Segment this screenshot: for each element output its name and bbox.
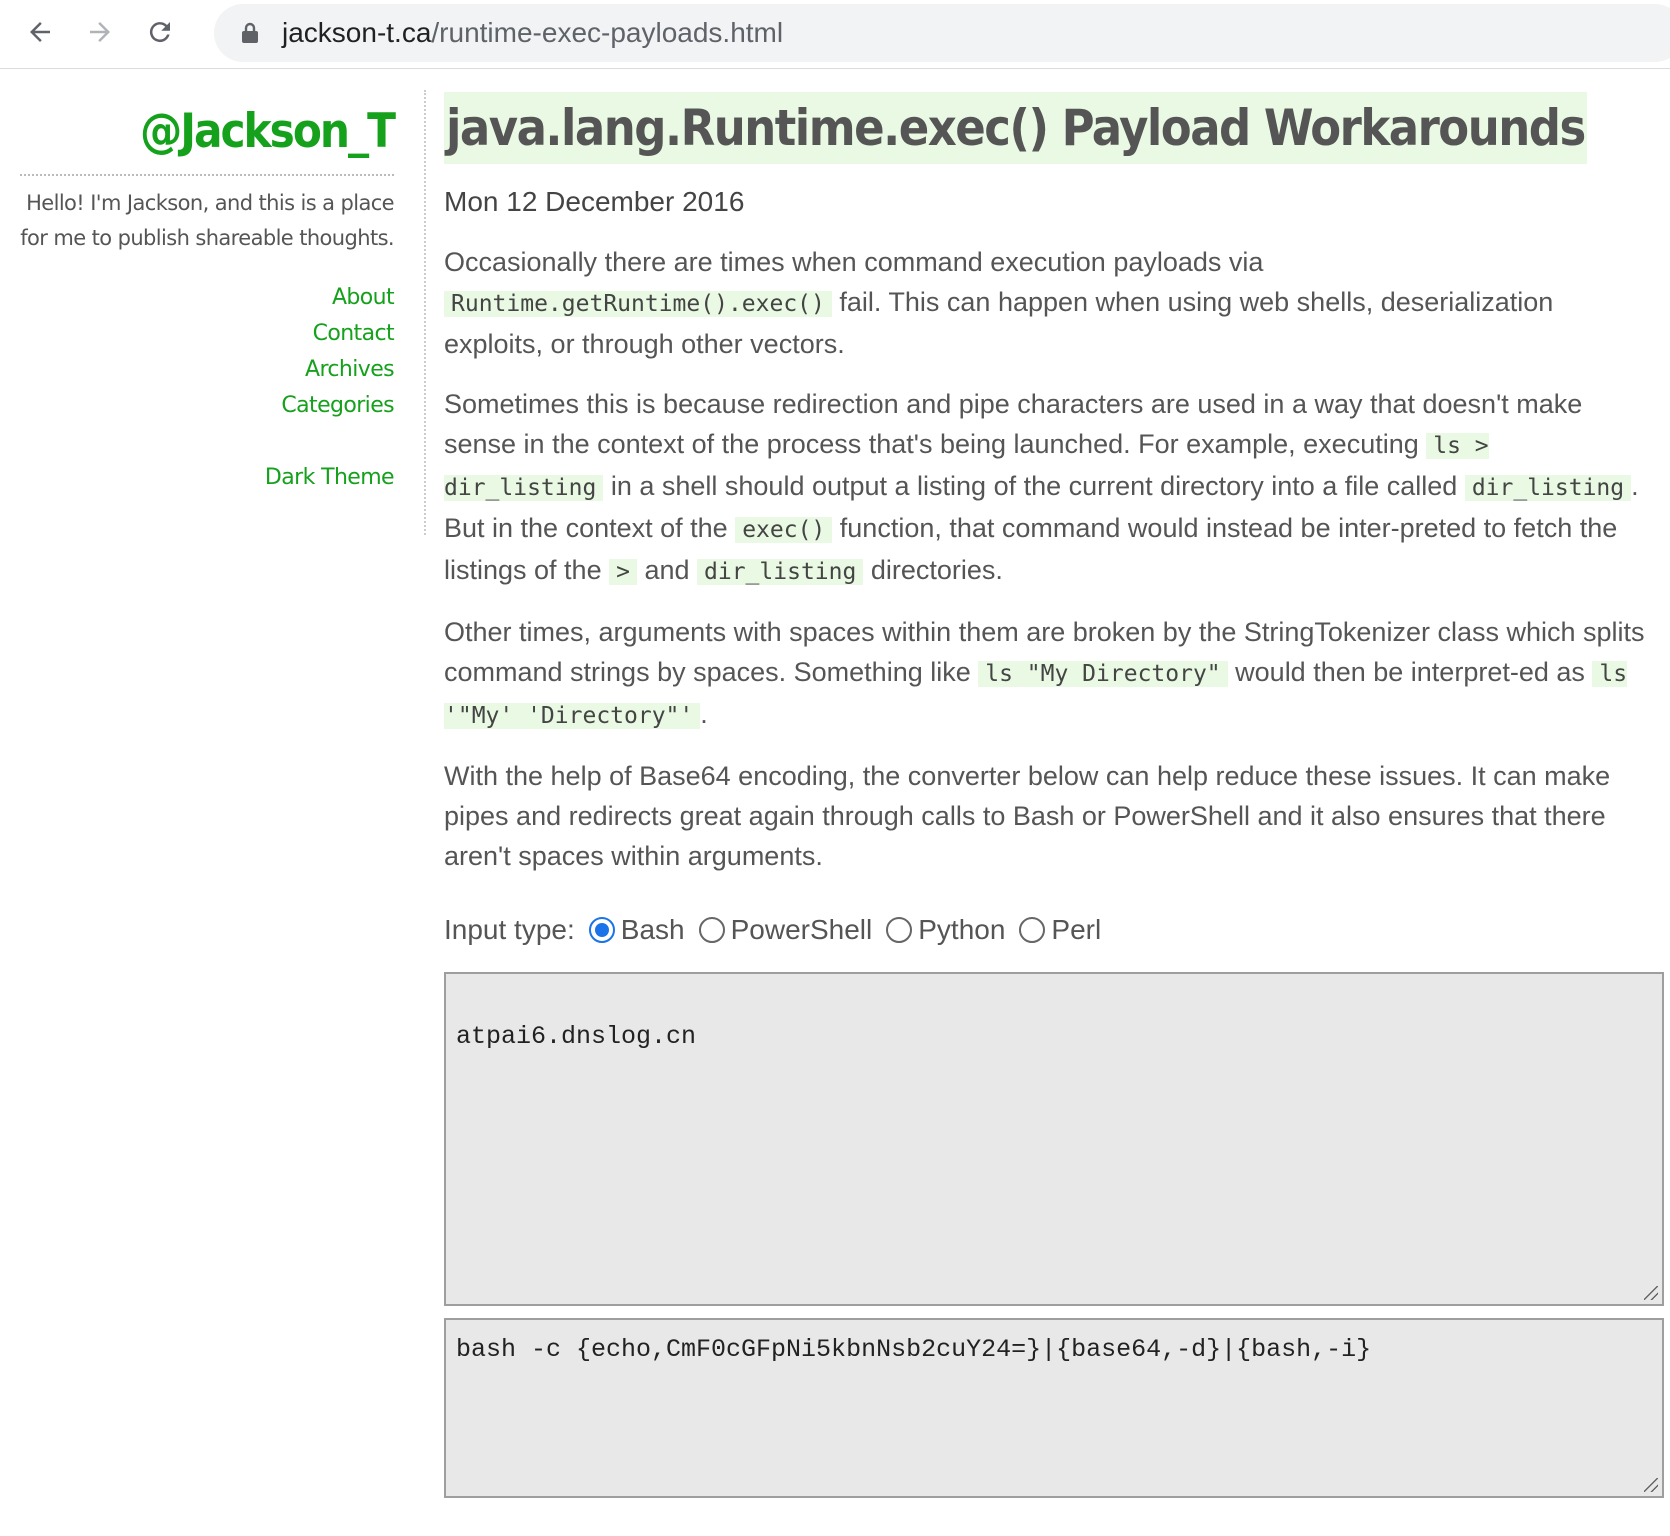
radio-perl[interactable]: Perl xyxy=(1019,910,1101,950)
text-span: directories. xyxy=(863,555,1003,585)
tagline: Hello! I'm Jackson, and this is a place … xyxy=(20,186,394,256)
inline-code: Runtime.getRuntime().exec() xyxy=(444,291,832,317)
inline-code: > xyxy=(609,559,637,585)
url-path: /runtime-exec-payloads.html xyxy=(431,17,784,48)
radio-label: Bash xyxy=(620,914,685,945)
input-type-label: Input type: xyxy=(444,914,575,945)
inline-code: exec() xyxy=(735,517,833,543)
url-host: jackson-t.ca xyxy=(282,17,432,48)
radio-button[interactable] xyxy=(698,917,725,943)
dark-theme-toggle[interactable]: Dark Theme xyxy=(20,460,395,496)
paragraph-intro: Occasionally there are times when comman… xyxy=(444,242,1656,364)
url-text[interactable]: jackson-t.ca/runtime-exec-payloads.html xyxy=(282,16,783,50)
address-bar[interactable]: jackson-t.ca/runtime-exec-payloads.html xyxy=(214,4,1670,62)
back-arrow-icon[interactable] xyxy=(18,10,62,54)
inline-code: dir_listing xyxy=(1464,475,1632,501)
radio-python[interactable]: Python xyxy=(886,910,1005,950)
article: java.lang.Runtime.exec() Payload Workaro… xyxy=(444,92,1664,1498)
sidebar: @Jackson_T Hello! I'm Jackson, and this … xyxy=(20,90,396,496)
browser-toolbar: jackson-t.ca/runtime-exec-payloads.html xyxy=(0,0,1670,69)
radio-bash[interactable]: Bash xyxy=(588,910,685,950)
tagline-line: for me to publish shareable thoughts. xyxy=(20,226,394,250)
inline-code: ls "My Directory" xyxy=(978,661,1228,687)
forward-arrow-icon[interactable] xyxy=(78,10,122,54)
post-title: java.lang.Runtime.exec() Payload Workaro… xyxy=(444,92,1587,164)
output-value: bash -c {echo,CmF0cGFpNi5kbnNsb2cuY24=}|… xyxy=(456,1335,1372,1364)
radio-label: Python xyxy=(918,914,1006,945)
paragraph-base64: With the help of Base64 encoding, the co… xyxy=(444,761,1611,871)
radio-label: PowerShell xyxy=(730,914,873,945)
command-input-textarea[interactable]: atpai6.dnslog.cn xyxy=(444,972,1664,1306)
nav-link-archives[interactable]: Archives xyxy=(20,352,395,388)
lock-icon[interactable] xyxy=(240,22,260,44)
input-value: atpai6.dnslog.cn xyxy=(456,1022,697,1051)
radio-label: Perl xyxy=(1051,914,1102,945)
sidebar-nav: About Contact Archives Categories Dark T… xyxy=(20,280,395,496)
radio-button[interactable] xyxy=(1019,917,1046,943)
nav-link-about[interactable]: About xyxy=(20,280,395,316)
nav-link-contact[interactable]: Contact xyxy=(20,316,395,352)
reload-icon[interactable] xyxy=(138,10,182,54)
resize-handle-icon[interactable] xyxy=(1644,1286,1658,1300)
text-span: would then be interpret-ed as xyxy=(1227,657,1593,687)
resize-handle-icon[interactable] xyxy=(1644,1478,1658,1492)
inline-code: dir_listing xyxy=(697,559,864,585)
paragraph-redirection: Sometimes this is because redirection an… xyxy=(444,384,1656,592)
post-date: Mon 12 December 2016 xyxy=(444,186,745,217)
text-span: and xyxy=(636,555,698,585)
radio-powershell[interactable]: PowerShell xyxy=(698,910,873,950)
text-span: Sometimes this is because redirection an… xyxy=(444,389,1583,459)
nav-link-categories[interactable]: Categories xyxy=(20,388,394,424)
tagline-line: Hello! I'm Jackson, and this is a place xyxy=(26,191,395,215)
radio-button[interactable] xyxy=(886,917,913,943)
site-title-link[interactable]: @Jackson_T xyxy=(20,100,396,176)
payload-output-textarea[interactable]: bash -c {echo,CmF0cGFpNi5kbnNsb2cuY24=}|… xyxy=(444,1318,1664,1498)
input-type-selector: Input type: Bash PowerShell Python Perl xyxy=(444,910,1656,950)
text-span: . xyxy=(700,699,708,729)
paragraph-spaces: Other times, arguments with spaces withi… xyxy=(444,612,1656,736)
sidebar-divider xyxy=(424,90,426,535)
radio-button[interactable] xyxy=(588,917,615,943)
text-span: in a shell should output a listing of th… xyxy=(603,471,1465,501)
text-span: Occasionally there are times when comman… xyxy=(444,247,1264,277)
